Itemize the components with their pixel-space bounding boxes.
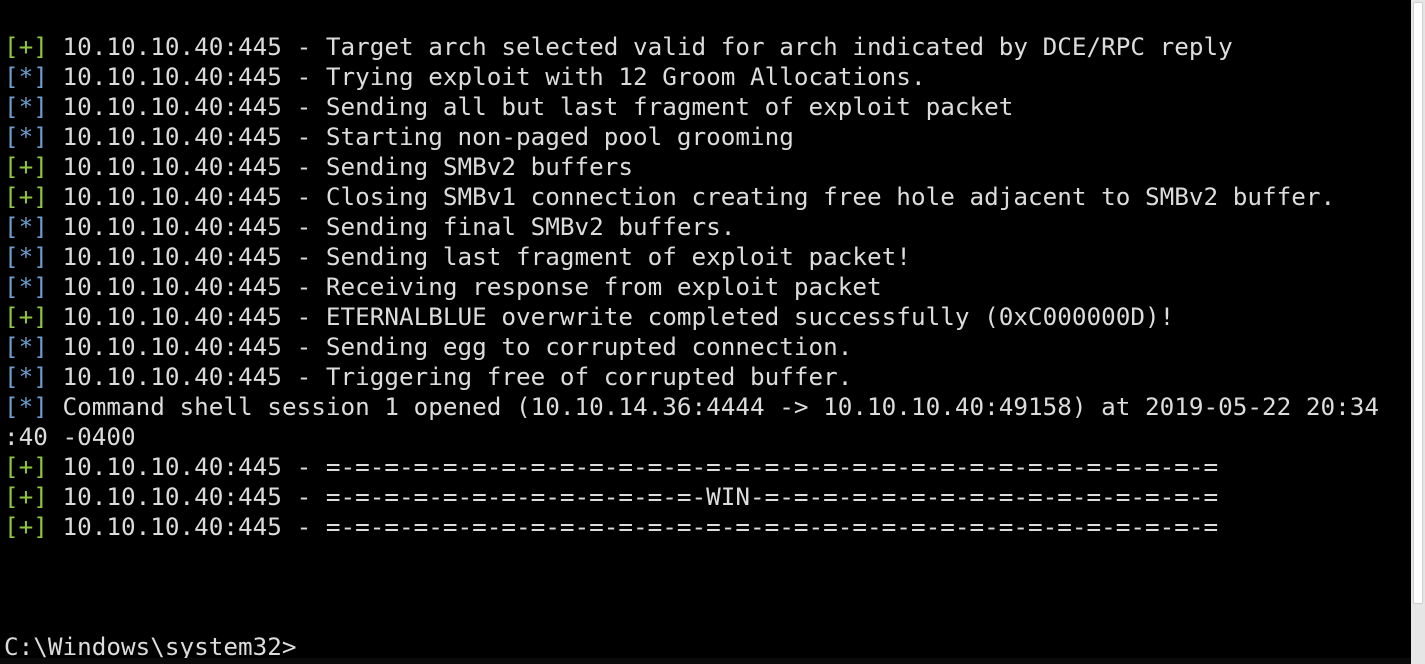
terminal-line: [*] 10.10.10.40:445 - Starting non-paged… (4, 122, 1408, 152)
line-text: 10.10.10.40:445 - Receiving response fro… (47, 272, 882, 301)
terminal-line: [+] 10.10.10.40:445 - Sending SMBv2 buff… (4, 152, 1408, 182)
line-text: 10.10.10.40:445 - Sending final SMBv2 bu… (47, 212, 736, 241)
terminal-line: [*] 10.10.10.40:445 - Sending final SMBv… (4, 212, 1408, 242)
terminal-output: [+] 10.10.10.40:445 - Target arch select… (4, 32, 1408, 542)
terminal-line: [*] 10.10.10.40:445 - Sending egg to cor… (4, 332, 1408, 362)
line-text: 10.10.10.40:445 - =-=-=-=-=-=-=-=-=-=-=-… (47, 512, 1219, 541)
success-tag: [+] (4, 302, 48, 331)
line-text: Command shell session 1 opened (10.10.14… (47, 392, 1380, 421)
success-tag: [+] (4, 452, 48, 481)
info-tag: [*] (4, 362, 48, 391)
info-tag: [*] (4, 62, 48, 91)
terminal-line: [+] 10.10.10.40:445 - =-=-=-=-=-=-=-=-=-… (4, 482, 1408, 512)
success-tag: [+] (4, 152, 48, 181)
info-tag: [*] (4, 332, 48, 361)
line-text: 10.10.10.40:445 - Triggering free of cor… (47, 362, 853, 391)
line-text: 10.10.10.40:445 - Closing SMBv1 connecti… (47, 182, 1336, 211)
success-tag: [+] (4, 32, 48, 61)
terminal-line: [+] 10.10.10.40:445 - Closing SMBv1 conn… (4, 182, 1408, 212)
terminal-line: [*] 10.10.10.40:445 - Triggering free of… (4, 362, 1408, 392)
terminal-window[interactable]: [+] 10.10.10.40:445 - Target arch select… (0, 0, 1411, 664)
scrollbar-thumb[interactable] (1413, 2, 1423, 604)
line-text: 10.10.10.40:445 - Sending last fragment … (47, 242, 911, 271)
info-tag: [*] (4, 242, 48, 271)
line-text: 10.10.10.40:445 - Sending egg to corrupt… (47, 332, 853, 361)
info-tag: [*] (4, 122, 48, 151)
terminal-line: [*] 10.10.10.40:445 - Receiving response… (4, 272, 1408, 302)
success-tag: [+] (4, 482, 48, 511)
vertical-scrollbar[interactable] (1411, 0, 1425, 664)
success-tag: [+] (4, 512, 48, 541)
line-text: :40 -0400 (4, 422, 136, 451)
terminal-line: [*] 10.10.10.40:445 - Trying exploit wit… (4, 62, 1408, 92)
line-text: 10.10.10.40:445 - Starting non-paged poo… (47, 122, 794, 151)
bottom-strip (0, 658, 1411, 664)
line-text: 10.10.10.40:445 - Target arch selected v… (47, 32, 1233, 61)
info-tag: [*] (4, 92, 48, 121)
terminal-line: [*] 10.10.10.40:445 - Sending all but la… (4, 92, 1408, 122)
line-text: 10.10.10.40:445 - =-=-=-=-=-=-=-=-=-=-=-… (47, 452, 1219, 481)
info-tag: [*] (4, 392, 48, 421)
line-text: 10.10.10.40:445 - Sending SMBv2 buffers (47, 152, 634, 181)
line-text: 10.10.10.40:445 - Sending all but last f… (47, 92, 1014, 121)
line-text: 10.10.10.40:445 - =-=-=-=-=-=-=-=-=-=-=-… (47, 482, 1219, 511)
info-tag: [*] (4, 272, 48, 301)
terminal-line: [+] 10.10.10.40:445 - =-=-=-=-=-=-=-=-=-… (4, 452, 1408, 482)
terminal-line: [*] 10.10.10.40:445 - Sending last fragm… (4, 242, 1408, 272)
terminal-line: [+] 10.10.10.40:445 - Target arch select… (4, 32, 1408, 62)
terminal-line: [*] Command shell session 1 opened (10.1… (4, 392, 1408, 422)
line-text: 10.10.10.40:445 - ETERNALBLUE overwrite … (47, 302, 1175, 331)
success-tag: [+] (4, 182, 48, 211)
terminal-line: [+] 10.10.10.40:445 - ETERNALBLUE overwr… (4, 302, 1408, 332)
terminal-line: [+] 10.10.10.40:445 - =-=-=-=-=-=-=-=-=-… (4, 512, 1408, 542)
info-tag: [*] (4, 212, 48, 241)
terminal-line: :40 -0400 (4, 422, 1408, 452)
line-text: 10.10.10.40:445 - Trying exploit with 12… (47, 62, 926, 91)
